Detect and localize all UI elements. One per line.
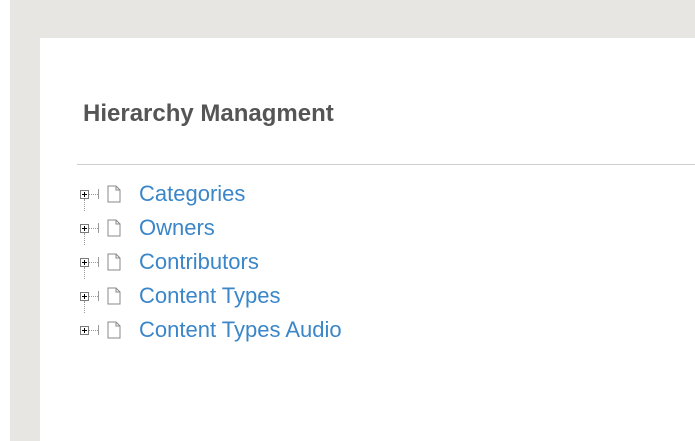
plus-icon[interactable] [80, 257, 89, 267]
hierarchy-tree: Categories Owners Contributors Content T… [80, 177, 342, 347]
tree-node: Owners [80, 199, 342, 245]
content-panel: Hierarchy Managment Categories Owners Co… [40, 38, 695, 441]
tree-connector-vertical [84, 233, 85, 245]
tree-node: Content Types Audio [80, 301, 342, 347]
tree-node: Content Types [80, 267, 342, 313]
file-icon [107, 253, 121, 271]
file-icon [107, 287, 121, 305]
tree-node-link-content-types[interactable]: Content Types [139, 283, 280, 309]
file-icon [107, 321, 121, 339]
tree-node-link-owners[interactable]: Owners [139, 215, 215, 241]
tree-connector-tick [98, 291, 99, 301]
tree-connector [89, 329, 98, 331]
left-edge [0, 0, 10, 441]
tree-connector [89, 227, 98, 229]
tree-connector-tick [98, 223, 99, 233]
title-divider [77, 164, 695, 165]
tree-connector-tick [98, 189, 99, 199]
tree-node: Contributors [80, 233, 342, 279]
tree-connector [89, 261, 98, 263]
plus-icon[interactable] [80, 291, 89, 301]
plus-icon[interactable] [80, 189, 89, 199]
top-border [0, 0, 695, 38]
tree-connector-tick [98, 325, 99, 335]
tree-node-link-content-types-audio[interactable]: Content Types Audio [139, 317, 342, 343]
plus-icon[interactable] [80, 325, 89, 335]
tree-connector-vertical [84, 267, 85, 279]
tree-node-link-contributors[interactable]: Contributors [139, 249, 259, 275]
tree-connector-vertical [84, 199, 85, 211]
page-frame: Hierarchy Managment Categories Owners Co… [0, 0, 695, 441]
tree-connector-vertical [84, 301, 85, 313]
tree-connector-tick [98, 257, 99, 267]
tree-node-link-categories[interactable]: Categories [139, 181, 245, 207]
plus-icon[interactable] [80, 223, 89, 233]
file-icon [107, 185, 121, 203]
tree-connector [89, 295, 98, 297]
page-title: Hierarchy Managment [83, 100, 334, 127]
tree-connector [89, 193, 98, 195]
tree-node: Categories [80, 177, 342, 211]
file-icon [107, 219, 121, 237]
